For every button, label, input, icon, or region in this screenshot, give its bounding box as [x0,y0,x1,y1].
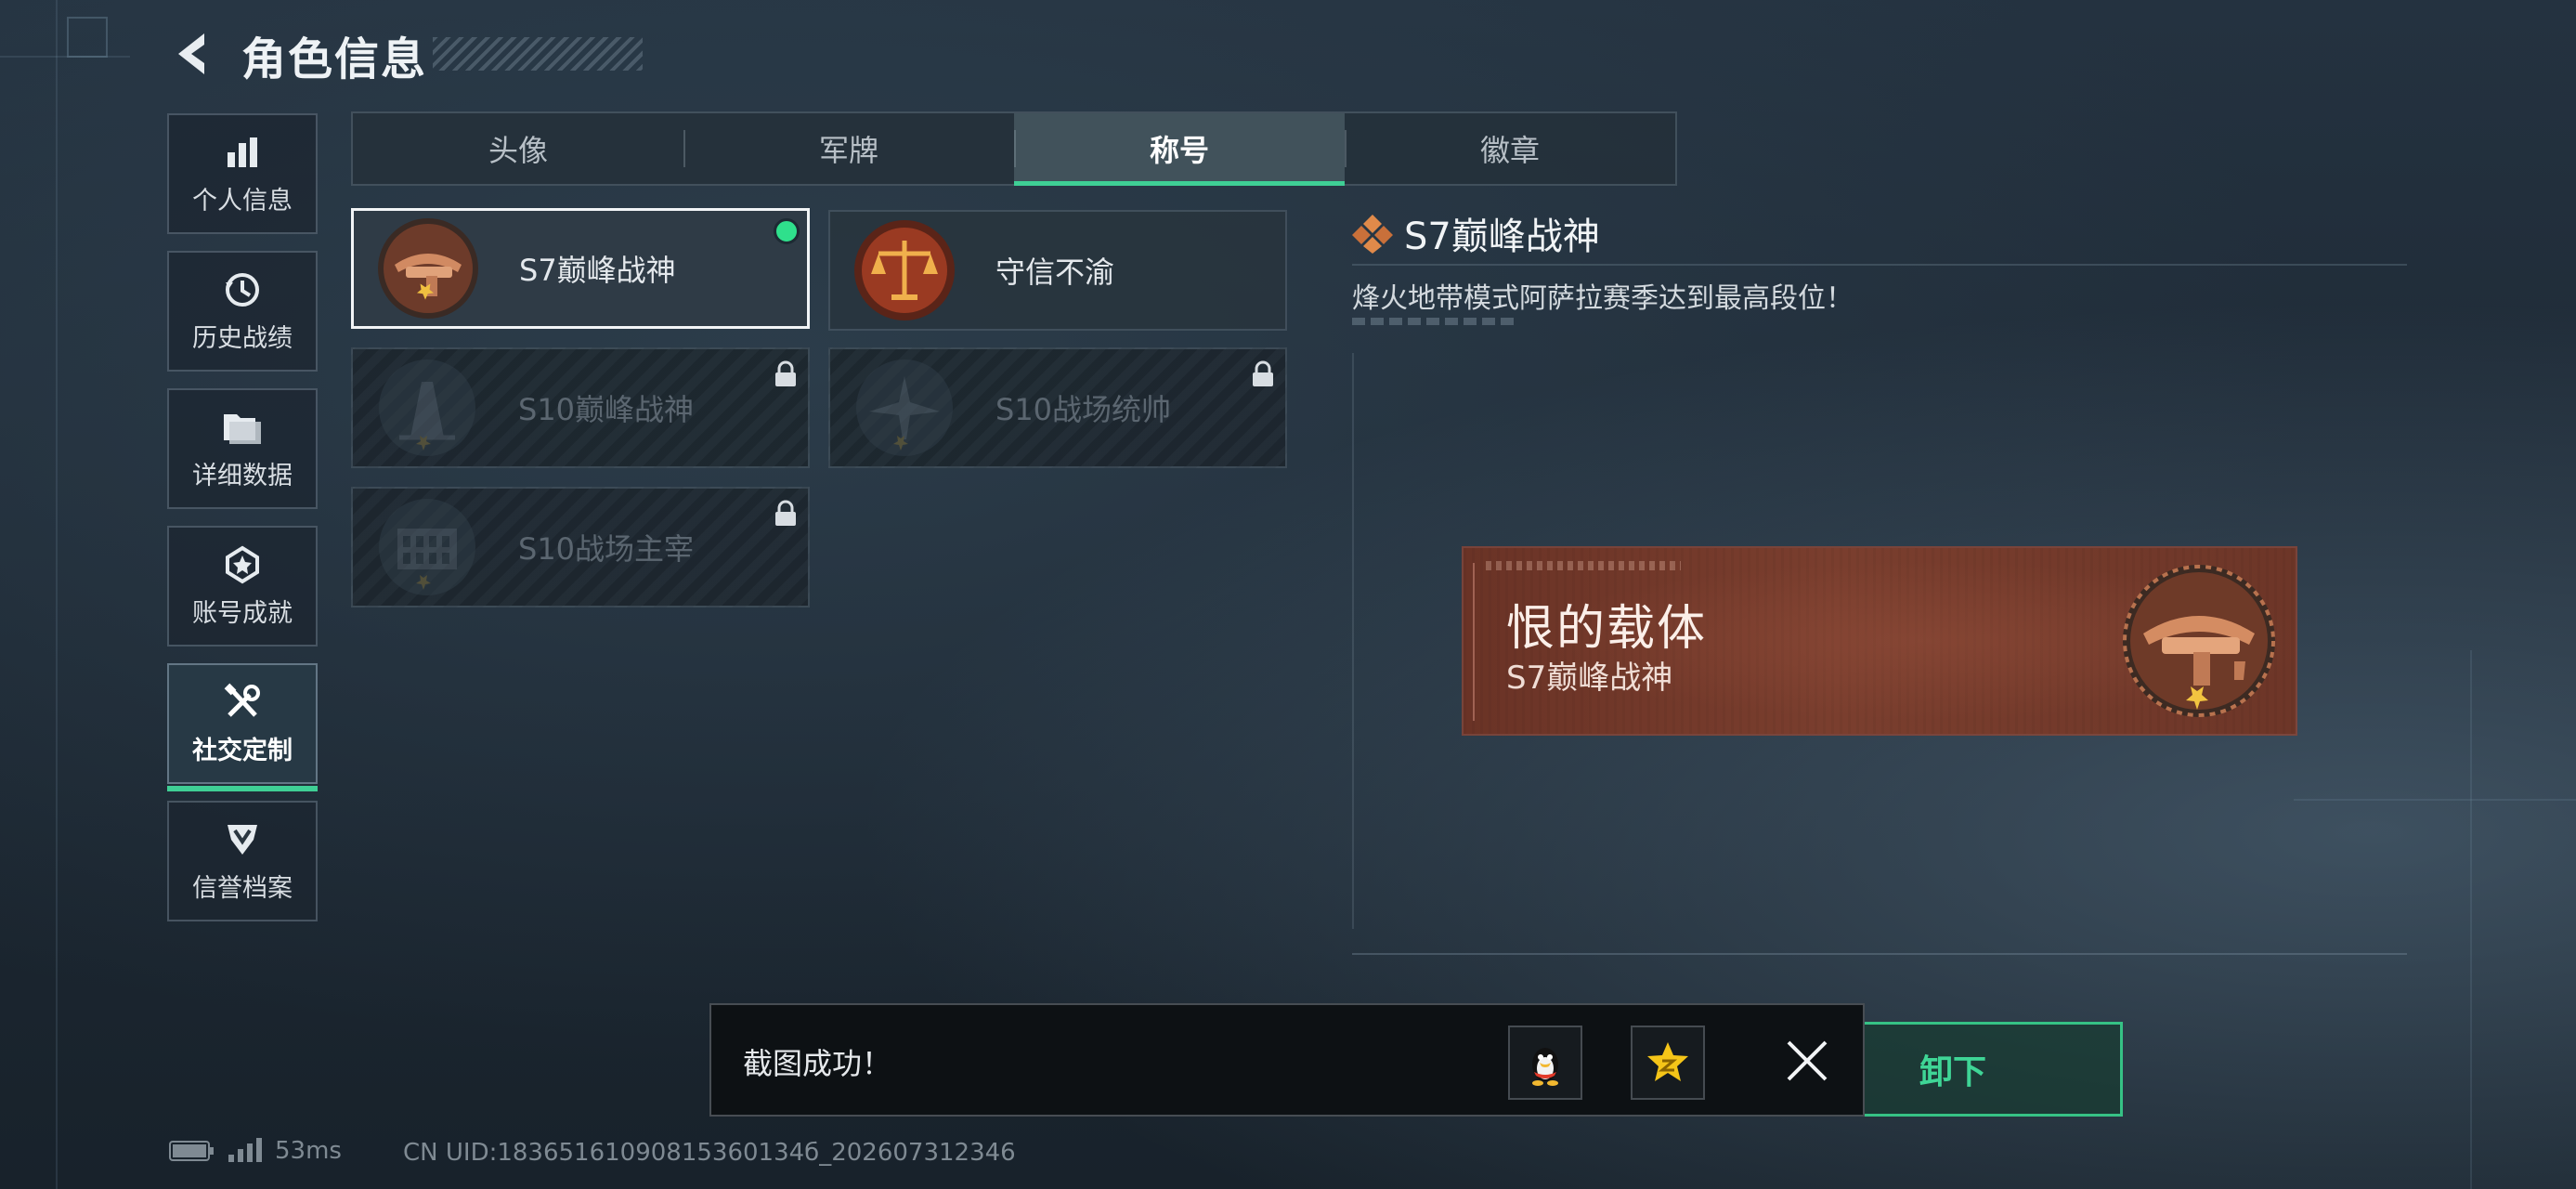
title-card-s10-peak[interactable]: S10巅峰战神 [351,347,810,468]
sidebar-item-history[interactable]: 历史战绩 [167,251,318,372]
banner-bracket [1473,563,1488,721]
hud-line [0,56,130,58]
toast-message: 截图成功！ [743,1046,892,1081]
banner-decoration [1486,561,1681,570]
folder-icon [222,407,263,448]
title-card-s7-peak[interactable]: S7巅峰战神 [351,208,810,329]
hud-corner [67,17,108,58]
back-button[interactable] [167,26,223,82]
detail-description: 烽火地带模式阿萨拉赛季达到最高段位！ [1352,282,1854,315]
hud-line [2294,799,2576,801]
sidebar-item-credit[interactable]: 信誉档案 [167,801,318,921]
title-decoration [433,37,643,71]
player-uid: CN UID:18365161090815360134б_20260731234… [403,1139,1016,1167]
credit-shield-icon [222,819,263,860]
aircraft-emblem-icon [851,354,958,462]
sidebar-item-details[interactable]: 详细数据 [167,388,318,509]
sidebar-item-label: 社交定制 [192,736,293,765]
divider [1352,264,2407,266]
signal-icon [228,1138,262,1162]
crossbow-emblem-icon [374,215,482,322]
qzone-star-icon [1647,1042,1688,1081]
title-card-label: 守信不渝 [995,255,1115,290]
title-card-label: S10巅峰战神 [518,392,695,427]
sidebar-item-social-custom[interactable]: 社交定制 [167,663,318,791]
tools-icon [222,682,263,723]
sidebar-item-achievements[interactable]: 账号成就 [167,526,318,647]
tab-avatar[interactable]: 头像 [353,113,683,184]
detail-decoration [1352,318,1519,325]
title-card-trustworthy[interactable]: 守信不渝 [828,210,1287,331]
scales-emblem-icon [851,216,958,324]
title-card-label: S10战场主宰 [518,531,695,567]
detail-header: S7巅峰战神 [1352,206,1600,260]
banner-sub-text: S7巅峰战神 [1506,660,1673,697]
lock-icon [1250,360,1276,388]
title-card-label: S10战场统帅 [995,392,1172,427]
close-toast-button[interactable] [1779,1033,1835,1089]
sidebar-item-label: 个人信息 [192,186,293,216]
title-card-s10-dominator[interactable]: S10战场主宰 [351,487,810,608]
category-tabs: 头像 军牌 称号 徽章 [351,111,1677,186]
sidebar: 个人信息 历史战绩 详细数据 账号成就 社交定制 信誉档案 [167,113,318,938]
latency-value: 53ms [275,1137,342,1165]
status-bar: 53ms [169,1137,342,1165]
hud-line [56,0,58,1189]
tab-dogtag[interactable]: 军牌 [683,113,1014,184]
sidebar-item-label: 详细数据 [192,461,293,490]
share-qzone-button[interactable] [1631,1026,1705,1100]
achievement-star-icon [222,544,263,585]
crossbow-emblem-icon [2115,557,2283,725]
title-card-label: S7巅峰战神 [519,253,676,288]
title-banner-preview: 恨的载体 S7巅峰战神 [1464,548,2296,734]
hud-line [2470,650,2472,1189]
bar-chart-icon [222,132,263,173]
title-card-s10-commander[interactable]: S10战场统帅 [828,347,1287,468]
clock-history-icon [222,269,263,310]
qq-penguin-icon [1532,1048,1558,1086]
battery-icon [169,1141,214,1161]
tab-badge[interactable]: 徽章 [1345,113,1675,184]
back-arrow-icon [178,33,204,74]
share-qq-button[interactable] [1508,1026,1582,1100]
screenshot-toast: 截图成功！ [709,1003,1865,1117]
equipped-indicator [774,218,800,244]
lock-icon [773,500,799,528]
banner-main-text: 恨的载体 [1506,601,1708,657]
lock-icon [773,360,799,388]
diamond-rank-icon [1352,215,1393,254]
sidebar-item-label: 历史战绩 [192,323,293,353]
detail-title: S7巅峰战神 [1404,216,1600,258]
tab-title[interactable]: 称号 [1014,113,1345,186]
close-icon [1787,1040,1828,1081]
tower-emblem-icon [373,354,481,462]
sidebar-item-personal-info[interactable]: 个人信息 [167,113,318,234]
colosseum-emblem-icon [373,493,481,601]
page-title: 角色信息 [241,33,428,85]
game-screen: 角色信息 个人信息 历史战绩 详细数据 账号成就 社交定制 信誉档案 头像 军牌… [0,0,2576,1189]
divider [1352,953,2407,955]
preview-frame [1352,353,1354,929]
sidebar-item-label: 账号成就 [192,598,293,628]
sidebar-item-label: 信誉档案 [192,873,293,903]
